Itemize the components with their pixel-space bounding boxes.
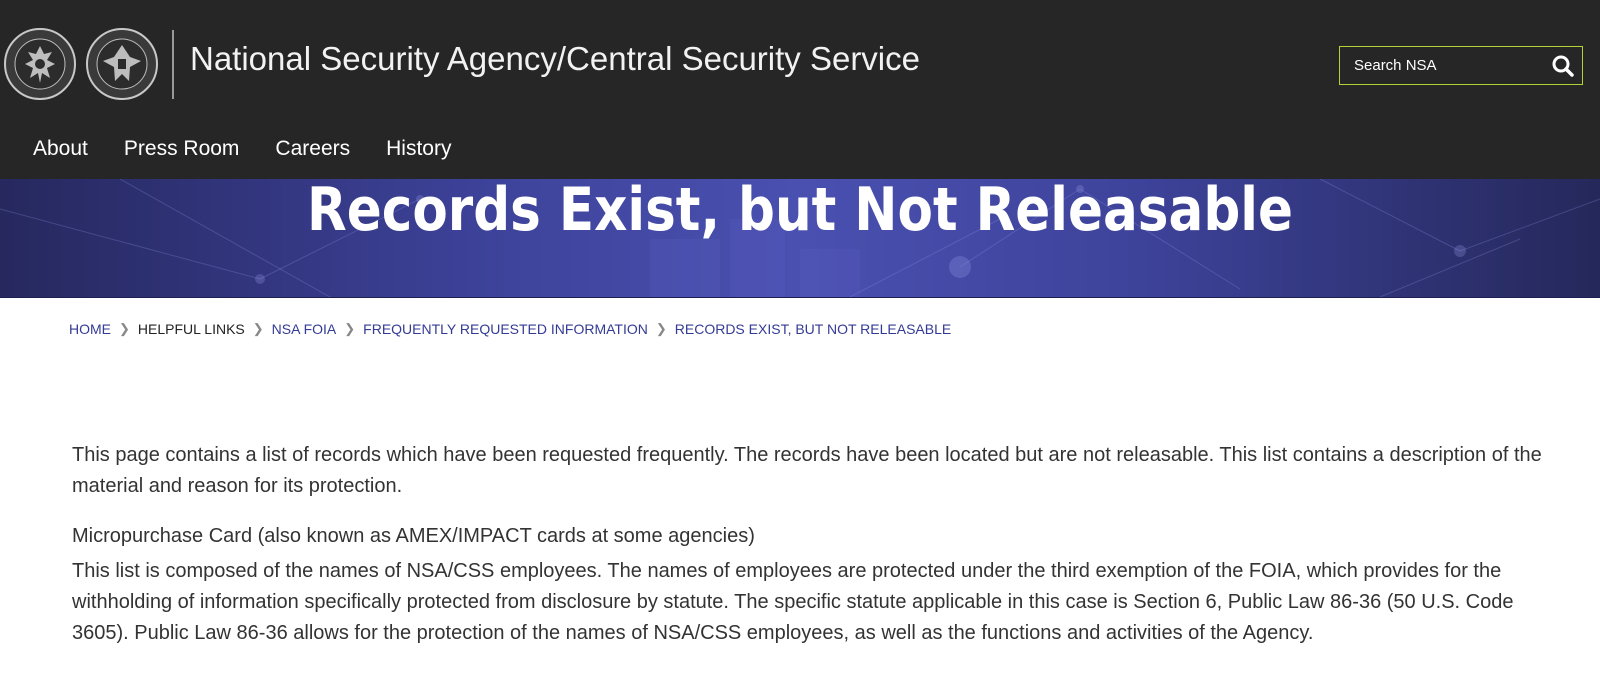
site-header: National Security Agency/Central Securit… [0,0,1600,179]
chevron-right-icon: ❯ [655,321,667,336]
section-title: Micropurchase Card (also known as AMEX/I… [72,525,755,547]
css-seal-logo[interactable] [85,27,159,101]
breadcrumb-nsa-foia[interactable]: NSA FOIA [272,321,337,337]
search-button[interactable] [1550,53,1576,79]
intro-paragraph: This page contains a list of records whi… [72,444,1542,497]
nav-history[interactable]: History [386,137,451,161]
main-nav: About Press Room Careers History [33,137,487,161]
page-title: Records Exist, but Not Releasable [307,179,1293,245]
nsa-seal-logo[interactable] [3,27,77,101]
site-title[interactable]: National Security Agency/Central Securit… [190,40,920,78]
header-divider [172,30,174,99]
chevron-right-icon: ❯ [252,321,264,336]
hero-banner: Records Exist, but Not Releasable [0,179,1600,298]
search-input[interactable] [1340,47,1550,84]
breadcrumb-current: RECORDS EXIST, BUT NOT RELEASABLE [674,321,952,337]
search-box [1339,46,1583,85]
breadcrumb-home[interactable]: HOME [69,321,111,337]
chevron-right-icon: ❯ [119,321,130,336]
search-icon [1552,55,1574,77]
main-content: This page contains a list of records whi… [72,440,1552,649]
breadcrumb-frequently-requested[interactable]: FREQUENTLY REQUESTED INFORMATION [363,321,648,337]
breadcrumb: HOME ❯ HELPFUL LINKS ❯ NSA FOIA ❯ FREQUE… [69,321,951,337]
css-seal-icon [86,28,158,100]
chevron-right-icon: ❯ [344,321,356,336]
nav-press-room[interactable]: Press Room [124,137,240,161]
section-body: This list is composed of the names of NS… [72,560,1514,644]
nav-about[interactable]: About [33,137,88,161]
breadcrumb-helpful-links: HELPFUL LINKS [137,321,245,337]
nav-careers[interactable]: Careers [275,137,350,161]
nsa-seal-icon [4,28,76,100]
